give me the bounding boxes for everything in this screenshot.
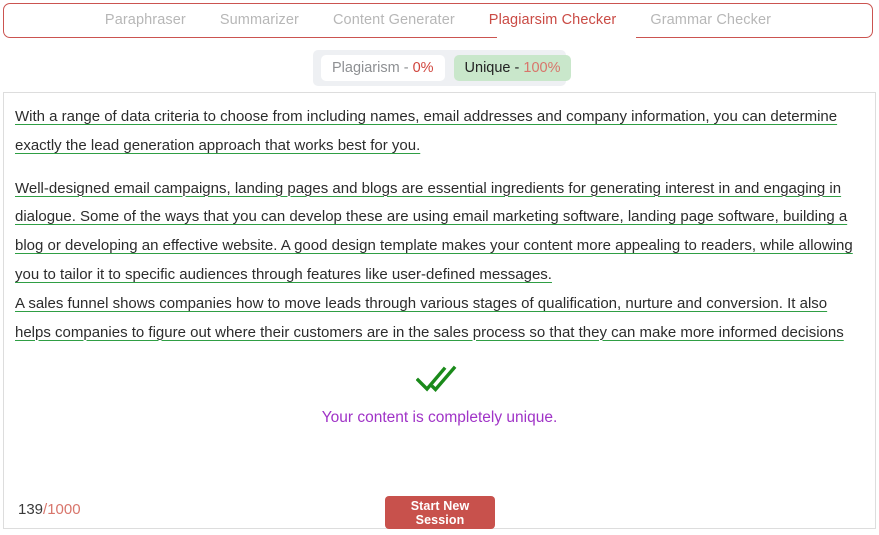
result-summary: Your content is completely unique. [4,365,875,427]
tab-summarizer[interactable]: Summarizer [203,4,316,37]
word-count-limit: /1000 [43,501,81,518]
tab-paraphraser[interactable]: Paraphraser [88,4,203,37]
unique-score-value: 100% [523,60,561,76]
result-panel: With a range of data criteria to choose … [3,92,876,529]
text-paragraph: A sales funnel shows companies how to mo… [15,294,844,341]
unique-score-label: Unique - [464,60,524,76]
plagiarism-score-badge[interactable]: Plagiarism - 0% [321,55,445,81]
tab-content-generater[interactable]: Content Generater [316,4,472,37]
result-message: Your content is completely unique. [321,409,558,426]
unique-score-badge[interactable]: Unique - 100% [453,55,572,81]
checked-text-area[interactable]: With a range of data criteria to choose … [15,103,861,347]
active-tab-indicator [497,32,636,38]
start-new-session-button[interactable]: Start New Session [385,496,495,529]
tab-grammar-checker[interactable]: Grammar Checker [633,4,788,37]
plagiarism-score-value: 0% [412,60,434,76]
text-paragraph: Well-designed email campaigns, landing p… [15,179,853,283]
word-count-value: 139 [18,501,44,518]
tab-bar: Paraphraser Summarizer Content Generater… [3,3,873,38]
score-bar: Plagiarism - 0% Unique - 100% [313,50,572,86]
text-paragraph: With a range of data criteria to choose … [15,108,838,154]
double-check-icon [415,365,456,392]
plagiarism-score-label: Plagiarism - [332,60,413,76]
word-counter: 139/1000 [18,501,81,518]
